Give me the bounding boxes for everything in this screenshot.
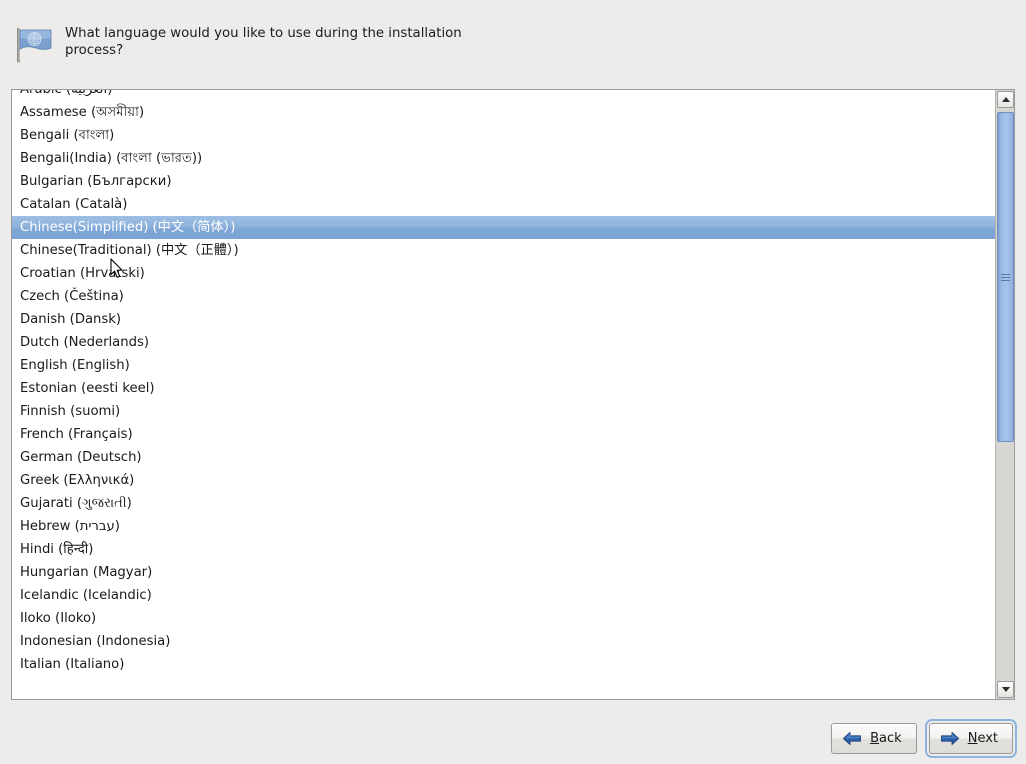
installer-header: What language would you like to use duri… [0, 0, 1026, 80]
chevron-up-icon[interactable] [997, 91, 1014, 108]
arrow-left-icon [842, 731, 862, 746]
list-item[interactable]: Chinese(Traditional) (中文（正體）) [12, 239, 996, 262]
dialog-button-bar: Back Next [0, 712, 1026, 764]
list-item[interactable]: Greek (Ελληνικά) [12, 469, 996, 492]
back-rest: ack [879, 730, 902, 746]
list-item[interactable]: Chinese(Simplified) (中文（简体）) [12, 216, 996, 239]
list-item[interactable]: Iloko (Iloko) [12, 607, 996, 630]
next-button[interactable]: Next [924, 718, 1018, 758]
list-item[interactable]: Danish (Dansk) [12, 308, 996, 331]
chevron-up-glyph [1001, 97, 1010, 102]
list-item[interactable]: English (English) [12, 354, 996, 377]
list-item[interactable]: Hebrew (עברית) [12, 515, 996, 538]
next-rest: ext [977, 730, 998, 746]
scrollbar-thumb[interactable] [997, 112, 1014, 442]
list-item[interactable]: Assamese (অসমীয়া) [12, 101, 996, 124]
next-button-label: Next [968, 731, 998, 746]
chevron-down-icon[interactable] [997, 681, 1014, 698]
list-item[interactable]: Hungarian (Magyar) [12, 561, 996, 584]
chevron-down-glyph [1001, 687, 1010, 692]
back-mnemonic: B [870, 730, 880, 746]
list-item[interactable]: Bengali(India) (বাংলা (ভারত)) [12, 147, 996, 170]
list-item[interactable]: Bengali (বাংলা) [12, 124, 996, 147]
list-item[interactable]: Italian (Italiano) [12, 653, 996, 676]
list-item[interactable]: Catalan (Català) [12, 193, 996, 216]
list-item[interactable]: French (Français) [12, 423, 996, 446]
list-item[interactable]: Hindi (हिन्दी) [12, 538, 996, 561]
list-item[interactable]: Estonian (eesti keel) [12, 377, 996, 400]
language-listbox[interactable]: Arabic (العربية)Assamese (অসমীয়া)Bengal… [11, 89, 1015, 700]
list-item[interactable]: Croatian (Hrvatski) [12, 262, 996, 285]
back-button-label: Back [870, 731, 902, 746]
list-item[interactable]: Indonesian (Indonesia) [12, 630, 996, 653]
back-button[interactable]: Back [831, 722, 917, 754]
list-item[interactable]: Finnish (suomi) [12, 400, 996, 423]
list-item[interactable]: Icelandic (Icelandic) [12, 584, 996, 607]
next-mnemonic: N [967, 730, 978, 746]
language-list-viewport[interactable]: Arabic (العربية)Assamese (অসমীয়া)Bengal… [12, 90, 996, 699]
un-flag-icon [14, 26, 54, 64]
arrow-right-icon [940, 731, 960, 746]
list-item[interactable]: Bulgarian (Български) [12, 170, 996, 193]
list-item[interactable]: Czech (Čeština) [12, 285, 996, 308]
language-list-items: Arabic (العربية)Assamese (অসমীয়া)Bengal… [12, 90, 996, 676]
list-item[interactable]: German (Deutsch) [12, 446, 996, 469]
scrollbar-grip-icon [1001, 273, 1010, 281]
installer-prompt: What language would you like to use duri… [65, 26, 462, 58]
list-item[interactable]: Arabic (العربية) [12, 90, 996, 101]
vertical-scrollbar[interactable] [995, 90, 1014, 699]
list-item[interactable]: Dutch (Nederlands) [12, 331, 996, 354]
list-item[interactable]: Gujarati (ગુજરાતી) [12, 492, 996, 515]
